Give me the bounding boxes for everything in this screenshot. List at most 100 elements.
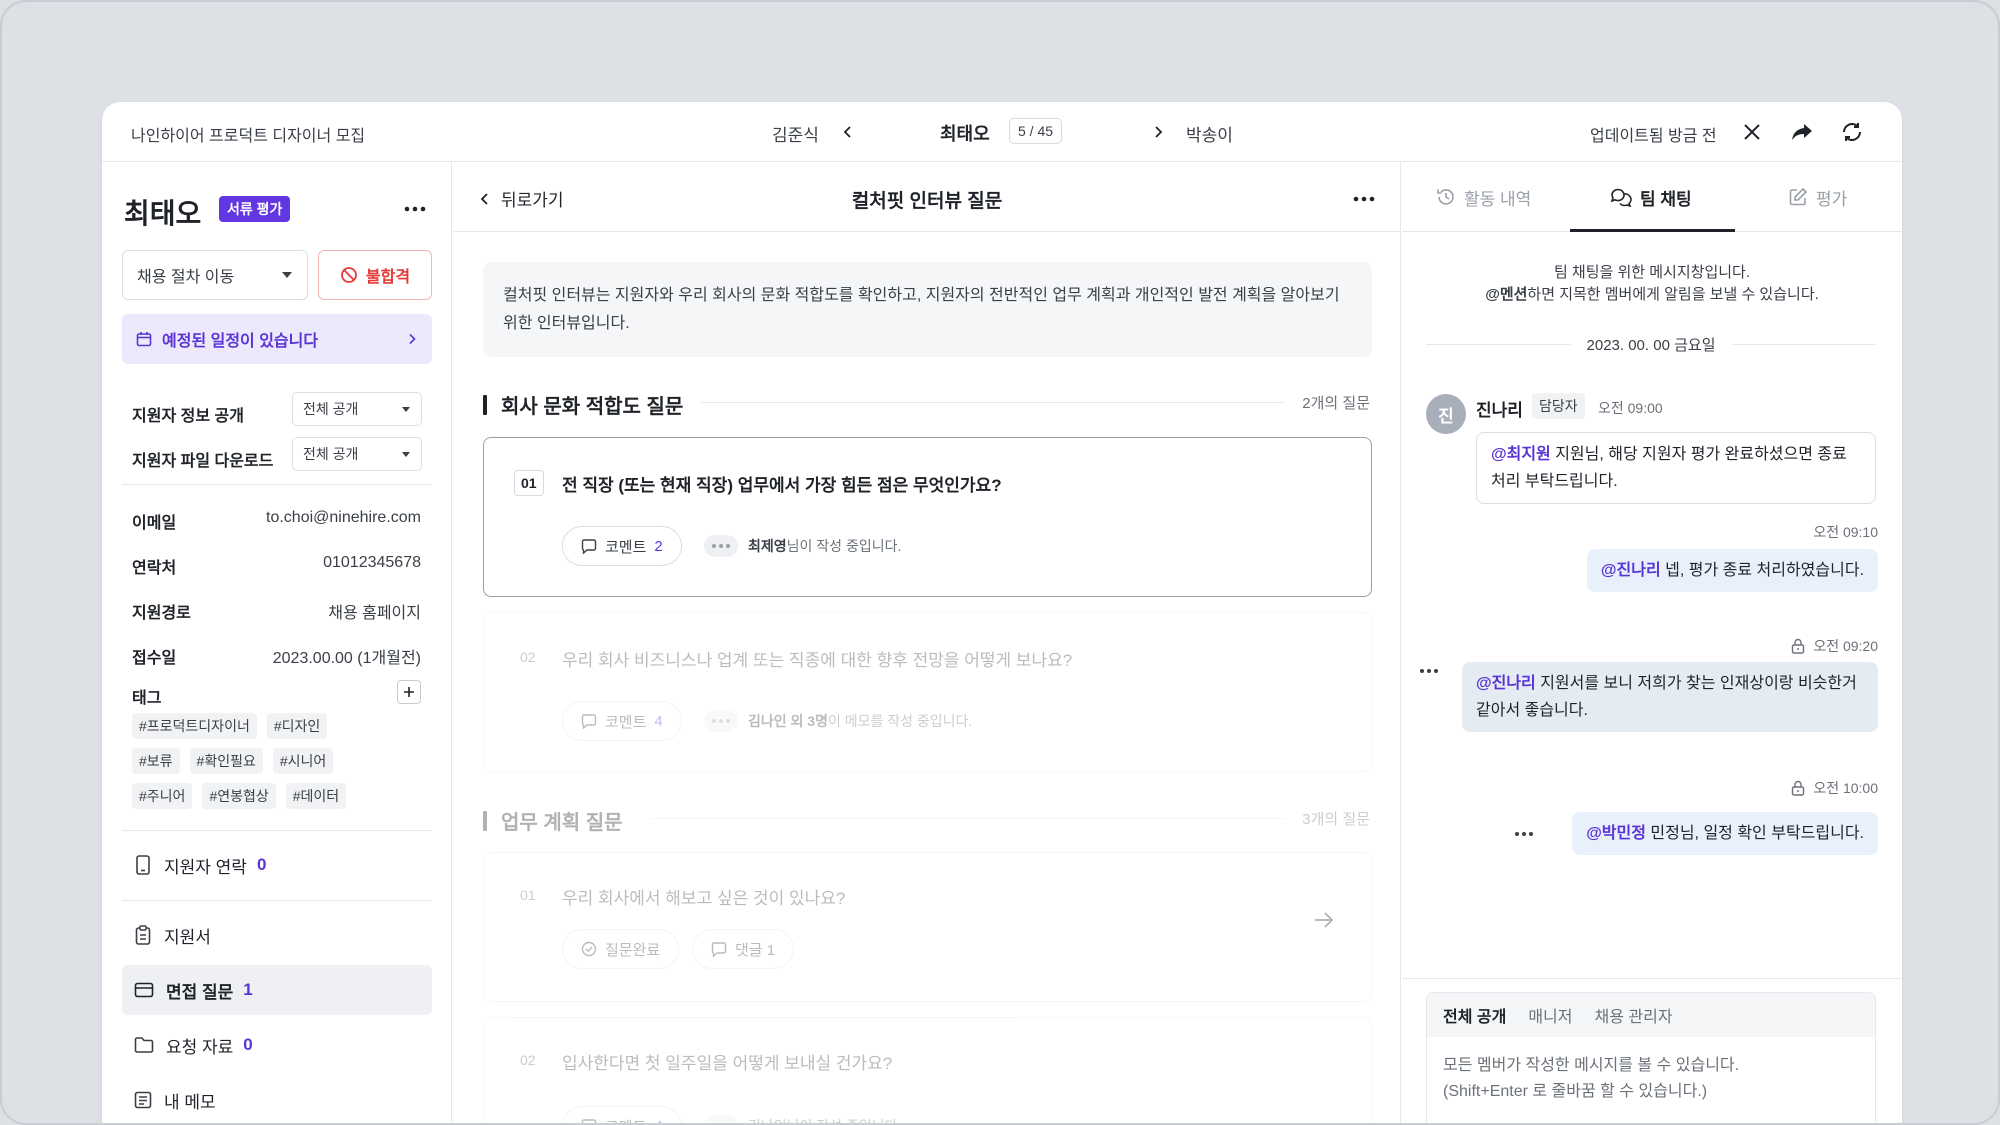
visibility-tab-recruiter[interactable]: 채용 관리자 [1595,1003,1673,1027]
more-horizontal-icon [1353,196,1375,202]
mention[interactable]: @진나리 [1601,562,1661,579]
section-title-text: 회사 문화 적합도 질문 [501,396,684,418]
tag-list: #프로덕트디자이너 #디자인 #보류 #확인필요 #시니어 #주니어 #연봉협상 #데이터 [132,713,422,818]
mention[interactable]: @박민정 [1586,825,1646,842]
applied-date-value: 2023.00.00 (1개월전) [272,650,421,667]
typing-user: 최제영 [748,538,787,554]
tag[interactable]: #디자인 [266,713,328,739]
comment-icon [711,941,727,957]
edit-icon [1789,187,1808,206]
nav-item-application[interactable]: 지원서 [122,910,432,960]
tag[interactable]: #데이터 [285,783,347,809]
mention[interactable]: @진나리 [1476,675,1536,692]
tag[interactable]: #확인필요 [189,748,263,774]
close-button[interactable] [1737,117,1767,147]
tab-evaluation[interactable]: 평가 [1788,162,1847,232]
file-download-select[interactable]: 전체 공개 [292,437,422,471]
next-candidate-button[interactable] [1145,119,1171,145]
reply-button[interactable]: 댓글 1 [692,929,795,969]
reject-button[interactable]: 불합격 [318,250,432,300]
refresh-button[interactable] [1837,117,1867,147]
question-number: 02 [520,649,536,665]
reply-label: 댓글 1 [735,941,776,959]
interview-more-button[interactable] [1349,184,1379,214]
lock-icon [1792,780,1805,796]
nav-label: 지원자 연락 [164,857,247,877]
tag[interactable]: #프로덕트디자이너 [132,713,257,739]
message-bubble: @진나리 지원서를 보니 저희가 찾는 인재상이랑 비슷한거 같아서 좋습니다. [1462,662,1878,732]
memo-icon [134,1091,152,1109]
chat-composer: 전체 공개 매니저 채용 관리자 모든 멤버가 작성한 메시지를 볼 수 있습니… [1426,992,1876,1123]
nav-item-my-memo[interactable]: 내 메모 [122,1075,432,1123]
question-card[interactable]: 02 입사한다면 첫 일주일을 어떻게 보내실 건가요? 코멘트 4 김나인님이… [483,1017,1372,1123]
interview-header: 뒤로가기 컬처핏 인터뷰 질문 [453,162,1400,232]
ban-icon [341,267,357,283]
question-card[interactable]: 01 우리 회사에서 해보고 싶은 것이 있나요? 질문완료 댓글 1 [483,852,1372,1002]
section-line [701,402,1285,403]
tag[interactable]: #시니어 [272,748,334,774]
info-open-select[interactable]: 전체 공개 [292,392,422,426]
share-button[interactable] [1787,117,1817,147]
comment-button[interactable]: 코멘트 4 [562,1106,682,1123]
candidate-counter: 5 / 45 [1009,118,1063,144]
section-title: 업무 계획 질문 [483,806,623,835]
question-done-button[interactable]: 질문완료 [562,929,680,969]
tag[interactable]: #보류 [132,748,180,774]
prev-candidate-name[interactable]: 김준식 [772,121,819,146]
message-time: 오전 09:00 [1598,400,1663,416]
applied-date-label: 접수일 [132,650,177,667]
divider [122,484,432,485]
next-candidate-name[interactable]: 박송이 [1186,121,1233,146]
nav-count: 0 [243,1035,253,1054]
nav-label: 내 메모 [164,1092,216,1112]
chat-bubbles-icon [1610,188,1632,207]
open-question-button[interactable] [1313,911,1335,934]
question-text: 우리 회사에서 해보고 싶은 것이 있나요? [562,889,846,908]
tab-activity[interactable]: 활동 내역 [1436,162,1531,232]
comment-button[interactable]: 코멘트 4 [562,701,682,741]
nav-item-requested-materials[interactable]: 요청 자료 0 [122,1020,432,1070]
comment-button[interactable]: 코멘트 2 [562,526,682,566]
section-count: 3개의 질문 [1302,811,1370,828]
candidate-more-button[interactable] [400,194,430,224]
visibility-tab-all[interactable]: 전체 공개 [1443,1003,1506,1027]
section-title: 회사 문화 적합도 질문 [483,390,683,419]
refresh-icon [1843,123,1861,141]
nav-item-interview-questions[interactable]: 면접 질문 1 [122,965,432,1015]
chat-panel: 활동 내역 팀 채팅 평가 팀 채팅을 위한 메시지창입니다. @멘션하면 지목… [1402,162,1902,1123]
message-more-button[interactable] [1513,827,1535,841]
top-bar: 나인하이어 프로덕트 디자이너 모집 김준식 최태오 5 / 45 박송이 업데… [102,102,1902,162]
schedule-banner[interactable]: 예정된 일정이 있습니다 [122,314,432,364]
tag[interactable]: #주니어 [132,783,193,809]
tab-activity-label: 활동 내역 [1464,189,1532,209]
nav-count: 1 [243,980,253,999]
phone-label: 연락처 [132,560,177,577]
phone-value[interactable]: 01012345678 [323,554,421,572]
chevron-left-icon [843,126,851,138]
plus-icon [404,687,414,697]
interview-title: 컬처핏 인터뷰 질문 [851,191,1003,212]
typing-indicator: 김나인님이 작성 중입니다 [704,1115,897,1123]
mention[interactable]: @최지원 [1491,446,1551,463]
prev-candidate-button[interactable] [835,119,861,145]
tag[interactable]: #연봉협상 [202,783,276,809]
caret-down-icon [282,272,292,278]
question-card[interactable]: 01 전 직장 (또는 현재 직장) 업무에서 가장 힘든 점은 무엇인가요? … [483,437,1372,597]
nav-label: 요청 자료 [166,1037,234,1057]
tab-team-chat-label: 팀 채팅 [1640,189,1692,209]
email-value[interactable]: to.choi@ninehire.com [266,509,421,527]
date-separator: 2023. 00. 00 금요일 [1426,334,1877,354]
info-open-value: 전체 공개 [303,401,359,417]
tab-team-chat[interactable]: 팀 채팅 [1610,162,1692,232]
source-label: 지원경로 [132,605,191,622]
message-more-button[interactable] [1418,664,1440,678]
stage-move-select[interactable]: 채용 절차 이동 [122,250,308,300]
right-tabs: 활동 내역 팀 채팅 평가 [1402,162,1902,232]
visibility-tab-manager[interactable]: 매니저 [1528,1003,1572,1027]
nav-item-contact[interactable]: 지원자 연락 0 [122,840,432,890]
typing-indicator: 김나인 외 3명이 메모를 작성 중입니다. [704,710,972,732]
candidate-sidebar: 최태오 서류 평가 채용 절차 이동 불합격 예정된 일정이 있습니다 지원자 … [102,162,452,1123]
message-input[interactable]: 모든 멤버가 작성한 메시지를 볼 수 있습니다. (Shift+Enter 로… [1427,1037,1875,1121]
question-card[interactable]: 02 우리 회사 비즈니스나 업계 또는 직종에 대한 향후 전망을 어떻게 보… [483,612,1372,772]
add-tag-button[interactable] [397,680,421,704]
